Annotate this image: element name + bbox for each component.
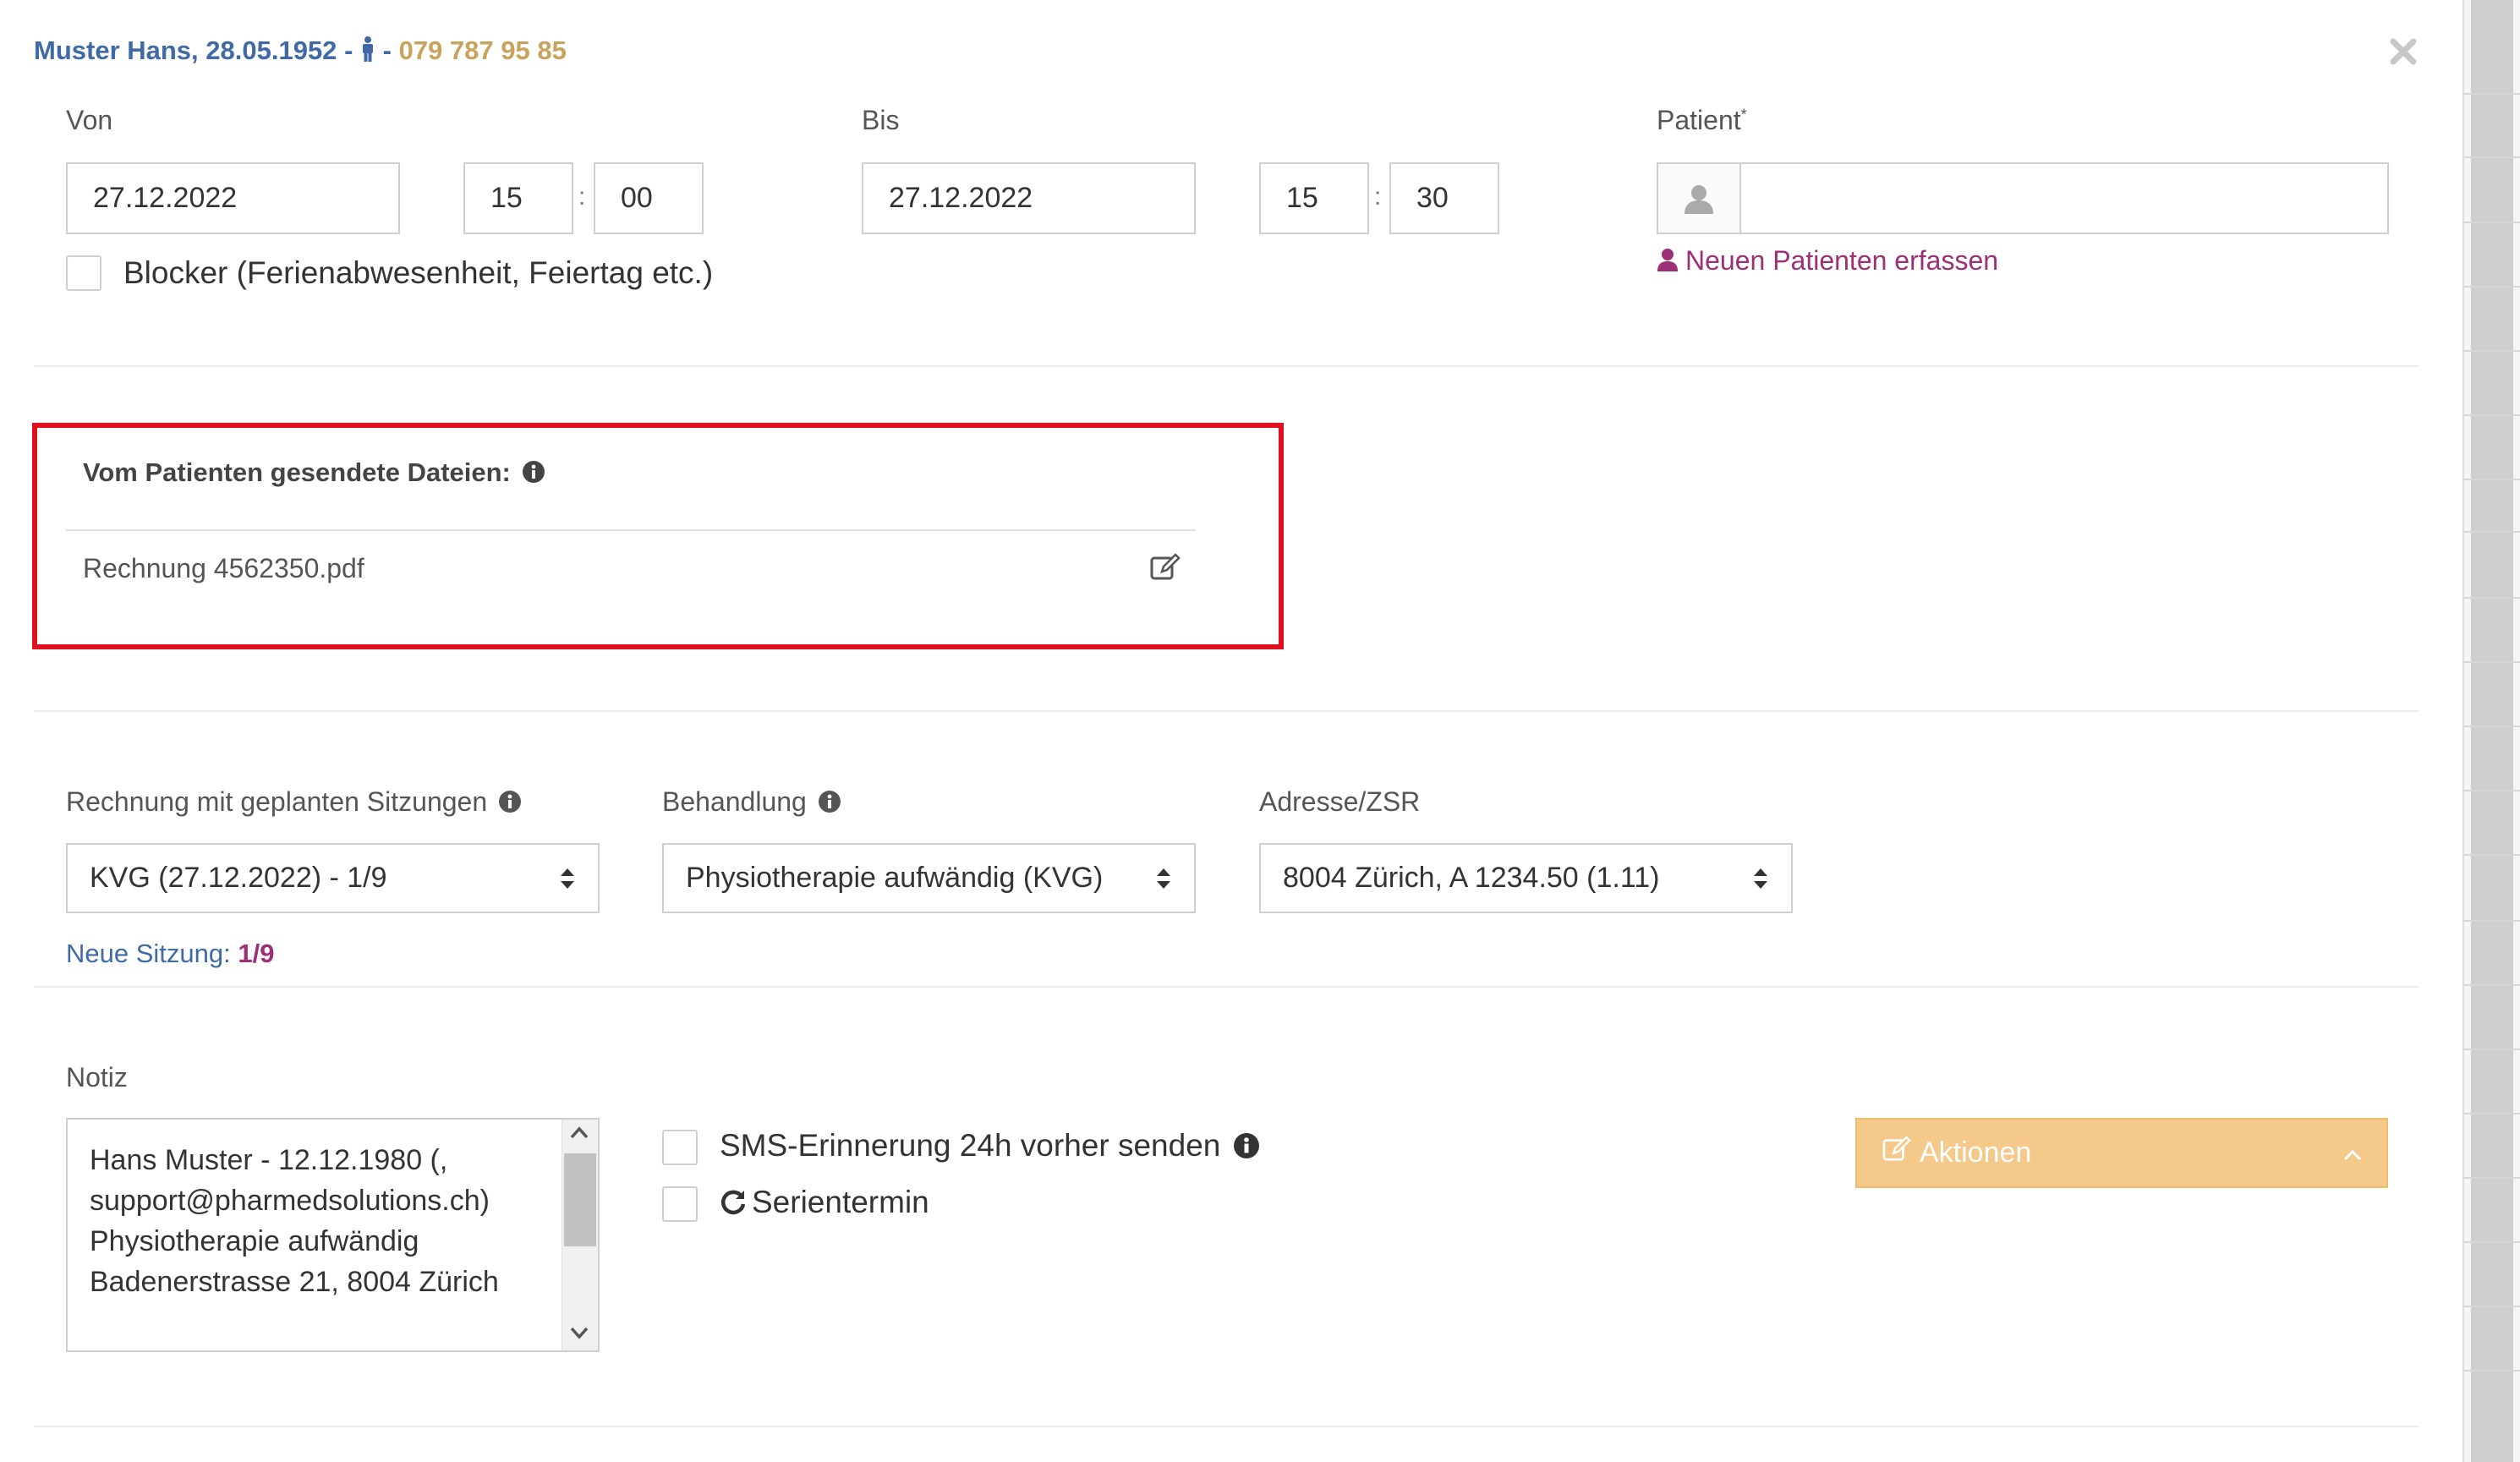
files-divider bbox=[66, 529, 1196, 531]
to-label: Bis bbox=[862, 105, 900, 135]
calendar-gridline bbox=[2464, 726, 2520, 727]
chevron-up-icon bbox=[2342, 1136, 2363, 1169]
calendar-gridline bbox=[2464, 1241, 2520, 1243]
info-icon[interactable] bbox=[522, 460, 545, 490]
patient-label-text: Patient bbox=[1657, 105, 1741, 135]
series-appointment-checkbox[interactable] bbox=[662, 1186, 698, 1222]
files-title: Vom Patienten gesendete Dateien: bbox=[83, 457, 545, 490]
series-appointment-text: Serientermin bbox=[752, 1185, 929, 1219]
from-minute-input[interactable]: 00 bbox=[594, 162, 704, 234]
from-date-input[interactable]: 27.12.2022 bbox=[66, 162, 400, 234]
section-divider bbox=[34, 986, 2419, 988]
treatment-select[interactable]: Physiotherapie aufwändig (KVG) bbox=[662, 843, 1196, 913]
series-appointment-label: Serientermin bbox=[720, 1185, 929, 1224]
invoice-select[interactable]: KVG (27.12.2022) - 1/9 bbox=[66, 843, 600, 913]
notes-label: Notiz bbox=[66, 1062, 128, 1092]
treatment-label-text: Behandlung bbox=[662, 786, 807, 817]
calendar-gridline bbox=[2464, 1370, 2520, 1372]
calendar-gridline bbox=[2464, 1306, 2520, 1307]
notes-textarea[interactable]: Hans Muster - 12.12.1980 (, support@phar… bbox=[66, 1118, 600, 1352]
address-label: Adresse/ZSR bbox=[1259, 786, 1421, 817]
treatment-select-value: Physiotherapie aufwändig (KVG) bbox=[686, 862, 1104, 894]
actions-button[interactable]: Aktionen bbox=[1855, 1118, 2388, 1188]
male-person-icon bbox=[360, 36, 375, 68]
blocker-checkbox[interactable] bbox=[66, 255, 101, 291]
blocker-label: Blocker (Ferienabwesenheit, Feiertag etc… bbox=[123, 255, 714, 290]
calendar-gridline bbox=[2464, 286, 2520, 287]
info-icon[interactable] bbox=[818, 789, 841, 820]
invoice-select-value: KVG (27.12.2022) - 1/9 bbox=[90, 862, 387, 894]
header-separator: - bbox=[344, 36, 353, 65]
calendar-gridline bbox=[2464, 790, 2520, 791]
patient-search-input[interactable] bbox=[1657, 162, 2389, 234]
time-colon: : bbox=[578, 183, 586, 211]
time-colon: : bbox=[1374, 183, 1382, 211]
to-minute-input[interactable]: 30 bbox=[1389, 162, 1499, 234]
section-divider bbox=[34, 1426, 2419, 1427]
calendar-gridline bbox=[2464, 531, 2520, 533]
new-session-info: Neue Sitzung: 1/9 bbox=[66, 939, 274, 969]
sms-reminder-checkbox[interactable] bbox=[662, 1130, 698, 1165]
sort-arrows-icon bbox=[559, 867, 576, 890]
sort-arrows-icon bbox=[1155, 867, 1172, 890]
info-icon[interactable] bbox=[498, 789, 522, 820]
calendar-gridline bbox=[2464, 661, 2520, 663]
invoice-label-text: Rechnung mit geplanten Sitzungen bbox=[66, 786, 488, 817]
info-icon[interactable] bbox=[1233, 1131, 1260, 1167]
notes-text: Hans Muster - 12.12.1980 (, support@phar… bbox=[90, 1144, 499, 1350]
calendar-gridline bbox=[2464, 156, 2520, 158]
treatment-label: Behandlung bbox=[662, 786, 841, 820]
patient-phone: 079 787 95 85 bbox=[398, 36, 567, 65]
section-divider bbox=[34, 710, 2419, 712]
address-select[interactable]: 8004 Zürich, A 1234.50 (1.11) bbox=[1259, 843, 1793, 913]
close-icon[interactable] bbox=[2385, 32, 2422, 69]
sort-arrows-icon bbox=[1752, 867, 1769, 890]
required-marker: * bbox=[1740, 106, 1747, 123]
calendar-gridline bbox=[2464, 479, 2520, 480]
patient-header: Muster Hans, 28.05.1952 - - 079 787 95 8… bbox=[34, 36, 567, 68]
new-session-label: Neue Sitzung: bbox=[66, 939, 231, 968]
notes-scrollbar[interactable] bbox=[562, 1120, 598, 1350]
edit-icon bbox=[1882, 1136, 1911, 1170]
user-icon bbox=[1657, 247, 1679, 278]
new-session-value: 1/9 bbox=[238, 939, 275, 968]
calendar-gridline bbox=[2464, 1049, 2520, 1050]
calendar-gridline bbox=[2464, 222, 2520, 223]
new-patient-link-text: Neuen Patienten erfassen bbox=[1685, 245, 1999, 276]
to-date-input[interactable]: 27.12.2022 bbox=[862, 162, 1196, 234]
file-item-name[interactable]: Rechnung 4562350.pdf bbox=[83, 553, 364, 584]
patient-label: Patient* bbox=[1657, 105, 1747, 136]
calendar-gridline bbox=[2464, 1113, 2520, 1114]
invoice-label: Rechnung mit geplanten Sitzungen bbox=[66, 786, 522, 820]
calendar-gridline bbox=[2464, 93, 2520, 95]
patient-name-dob: Muster Hans, 28.05.1952 bbox=[34, 36, 337, 65]
from-hour-input[interactable]: 15 bbox=[463, 162, 573, 234]
header-separator: - bbox=[382, 36, 392, 65]
section-divider bbox=[34, 365, 2419, 367]
files-title-text: Vom Patienten gesendete Dateien: bbox=[83, 457, 511, 487]
sms-reminder-text: SMS-Erinnerung 24h vorher senden bbox=[720, 1128, 1221, 1163]
calendar-gridline bbox=[2464, 414, 2520, 416]
calendar-gridline bbox=[2464, 920, 2520, 922]
calendar-gridline bbox=[2464, 1177, 2520, 1179]
chevron-up-icon[interactable] bbox=[569, 1125, 589, 1146]
calendar-gridline bbox=[2464, 984, 2520, 986]
notes-scroll-thumb[interactable] bbox=[564, 1153, 596, 1246]
calendar-gridline bbox=[2464, 597, 2520, 599]
address-select-value: 8004 Zürich, A 1234.50 (1.11) bbox=[1283, 862, 1660, 894]
chevron-down-icon[interactable] bbox=[569, 1324, 589, 1345]
refresh-icon bbox=[720, 1188, 747, 1224]
edit-icon[interactable] bbox=[1150, 553, 1181, 586]
actions-button-label: Aktionen bbox=[1920, 1136, 2032, 1169]
calendar-gridline bbox=[2464, 350, 2520, 352]
sms-reminder-label: SMS-Erinnerung 24h vorher senden bbox=[720, 1128, 1260, 1167]
user-icon bbox=[1658, 164, 1741, 233]
calendar-gridline bbox=[2464, 854, 2520, 856]
to-hour-input[interactable]: 15 bbox=[1259, 162, 1369, 234]
new-patient-link[interactable]: Neuen Patienten erfassen bbox=[1657, 245, 1998, 278]
from-label: Von bbox=[66, 105, 113, 135]
